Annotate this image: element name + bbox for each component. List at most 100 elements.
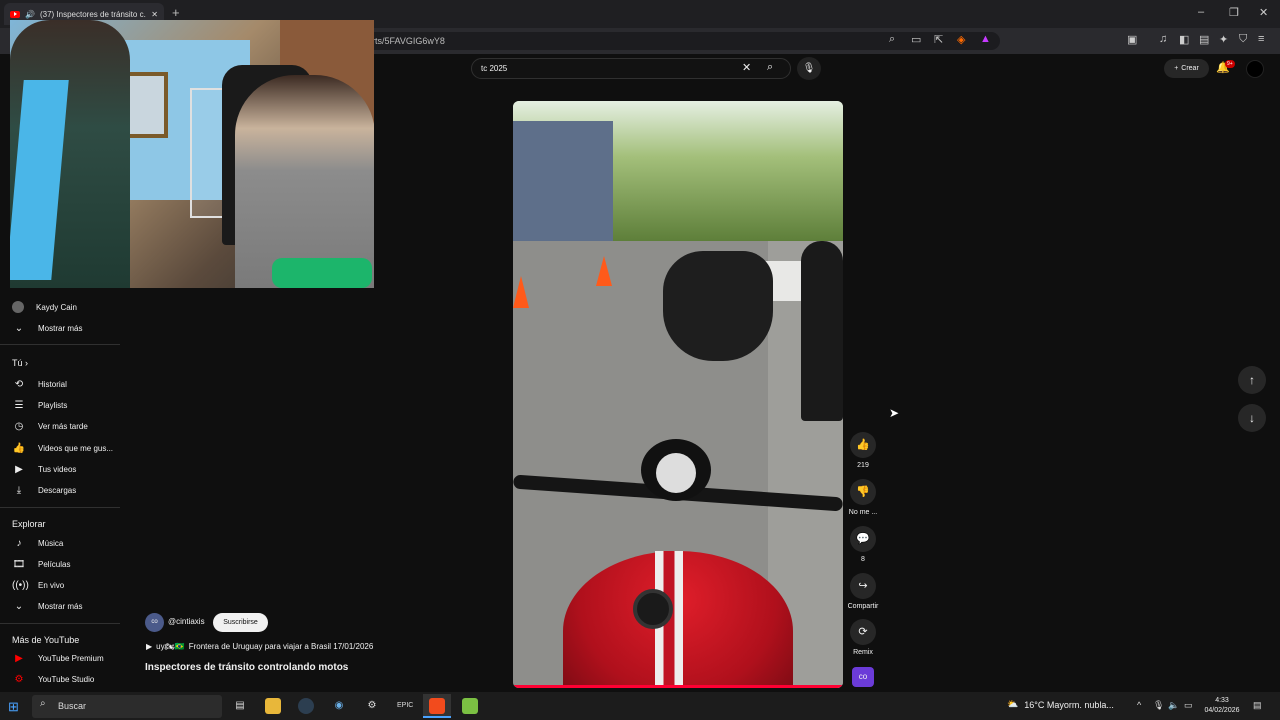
dislike-button[interactable]: 👎 No me ... bbox=[833, 479, 893, 516]
sidebar-item-movies[interactable]: 🎞 Películas bbox=[12, 556, 118, 572]
video-progress-bar[interactable] bbox=[513, 685, 843, 688]
subscription-item[interactable]: Kaydy Cain bbox=[12, 299, 118, 315]
new-tab-button[interactable]: + bbox=[172, 5, 180, 20]
traffic-cone bbox=[513, 276, 529, 308]
cast-icon[interactable]: ▭ bbox=[911, 33, 921, 46]
sidebar-item-live[interactable]: ((•)) En vivo bbox=[12, 577, 118, 593]
traffic-inspector bbox=[801, 241, 843, 421]
next-short-button[interactable]: ↓ bbox=[1238, 404, 1266, 432]
cam-green-object bbox=[272, 258, 372, 288]
more-from-youtube-header: Más de YouTube bbox=[12, 635, 80, 645]
video-title[interactable]: Inspectores de tránsito controlando moto… bbox=[145, 662, 348, 673]
taskbar-search[interactable]: Buscar bbox=[32, 695, 222, 718]
brave-shield-icon[interactable]: ◈ bbox=[957, 33, 965, 46]
music-line[interactable]: ▶ uy🏍🇧🇷 Frontera de Uruguay para viajar … bbox=[146, 642, 373, 651]
file-explorer-icon[interactable] bbox=[265, 698, 281, 714]
previous-short-button[interactable]: ↑ bbox=[1238, 366, 1266, 394]
audio-icon[interactable]: 🔊 bbox=[25, 10, 35, 19]
remix-button[interactable]: ⟳ Remix bbox=[833, 619, 893, 656]
android-app-icon[interactable] bbox=[462, 698, 478, 714]
play-icon: ▶ bbox=[146, 642, 153, 651]
share-page-icon[interactable]: ⇱ bbox=[934, 33, 943, 46]
wallet-icon[interactable]: ▤ bbox=[1199, 33, 1209, 46]
comments-button[interactable]: 💬 8 bbox=[833, 526, 893, 563]
task-view-icon[interactable]: ▤ bbox=[232, 698, 248, 714]
voice-search-button[interactable]: 🎙 bbox=[797, 57, 821, 80]
reader-icon[interactable]: ▣ bbox=[1127, 33, 1137, 46]
like-button[interactable]: 👍 219 bbox=[833, 432, 893, 469]
sidebar-item-yt-studio[interactable]: ⚙ YouTube Studio bbox=[12, 671, 118, 687]
steam-icon[interactable]: ◉ bbox=[331, 698, 347, 714]
music-icon: ♪ bbox=[16, 537, 22, 549]
sidebar-item-downloads[interactable]: ⤓ Descargas bbox=[12, 482, 118, 498]
minimize-button[interactable]: – bbox=[1198, 6, 1204, 18]
sidebar-toggle-icon[interactable]: ◧ bbox=[1179, 33, 1189, 46]
leo-ai-icon[interactable]: ✦ bbox=[1219, 33, 1228, 46]
sidebar-item-history[interactable]: ⟲ Historial bbox=[12, 376, 118, 392]
brave-rewards-icon[interactable]: ▲ bbox=[980, 33, 991, 45]
share-button[interactable]: ↪ Compartir bbox=[833, 573, 893, 610]
channel-thumbnail[interactable]: co bbox=[852, 667, 874, 687]
windows-start-icon[interactable]: ⊞ bbox=[8, 699, 19, 715]
speaker-icon[interactable]: 🔈 bbox=[1168, 700, 1179, 711]
close-tab-icon[interactable]: ✕ bbox=[151, 10, 158, 19]
watch-later-icon: ◷ bbox=[14, 420, 24, 432]
subscribe-button[interactable]: Suscribirse bbox=[213, 613, 268, 632]
traffic-cone bbox=[596, 256, 612, 286]
restore-button[interactable]: ❐ bbox=[1229, 6, 1239, 19]
tray-chevron-icon[interactable]: ^ bbox=[1137, 700, 1141, 710]
show-more-subs[interactable]: ⌄ Mostrar más bbox=[12, 320, 118, 336]
epic-games-icon[interactable]: EPIC bbox=[397, 698, 413, 714]
vpn-icon[interactable]: ⛉ bbox=[1239, 33, 1247, 46]
plus-icon: + bbox=[1174, 65, 1179, 72]
system-clock[interactable]: 4:33 04/02/2026 bbox=[1200, 696, 1244, 716]
menu-icon[interactable]: ≡ bbox=[1258, 33, 1264, 45]
short-video-player[interactable] bbox=[513, 101, 843, 688]
sidebar-item-liked[interactable]: 👍 Videos que me gus... bbox=[12, 440, 118, 456]
sidebar-item-playlists[interactable]: ☰ Playlists bbox=[12, 397, 118, 413]
search-icon[interactable]: ⌕ bbox=[767, 61, 773, 74]
notification-center-icon[interactable]: ▤ bbox=[1253, 700, 1262, 711]
tab-title: (37) Inspectores de tránsito c... bbox=[39, 9, 147, 19]
sidebar-item-music[interactable]: ♪ Música bbox=[12, 535, 118, 551]
sidebar-item-watch-later[interactable]: ◷ Ver más tarde bbox=[12, 418, 118, 434]
account-avatar[interactable] bbox=[1246, 60, 1264, 78]
yt-studio-icon: ⚙ bbox=[14, 673, 24, 685]
show-more-label: Mostrar más bbox=[38, 323, 83, 333]
playlists-icon: ☰ bbox=[14, 399, 24, 411]
liked-icon: 👍 bbox=[12, 442, 26, 454]
url-field[interactable]: rts/5FAVGIG6wY8 bbox=[364, 32, 1000, 50]
movies-icon: 🎞 bbox=[12, 558, 26, 570]
clear-search-icon[interactable]: ✕ bbox=[742, 61, 751, 74]
sidebar-item-your-videos[interactable]: ▶ Tus videos bbox=[12, 461, 118, 477]
video-building bbox=[513, 121, 613, 241]
obs-icon[interactable] bbox=[298, 698, 314, 714]
your-videos-icon: ▶ bbox=[15, 463, 23, 475]
microphone-icon[interactable]: 🎙 bbox=[1153, 700, 1164, 711]
divider bbox=[0, 507, 120, 508]
sidebar-item-show-more[interactable]: ⌄ Mostrar más bbox=[12, 598, 118, 614]
weather-widget[interactable]: ⛅ 16°C Mayorm. nubla... bbox=[1007, 699, 1114, 710]
sidebar-item-yt-premium[interactable]: ▶ YouTube Premium bbox=[12, 650, 118, 666]
downloads-icon: ⤓ bbox=[16, 484, 22, 496]
network-icon[interactable]: ▭ bbox=[1184, 700, 1193, 711]
create-button[interactable]: + Crear bbox=[1164, 59, 1209, 78]
music-text: Frontera de Uruguay para viajar a Brasil… bbox=[188, 642, 374, 651]
media-icon[interactable]: ♫ bbox=[1159, 33, 1167, 45]
youtube-favicon-icon bbox=[10, 10, 20, 18]
webcam-overlay bbox=[10, 20, 374, 288]
subscription-label: Kaydy Cain bbox=[36, 302, 77, 312]
speedometer-dial bbox=[656, 453, 696, 493]
brave-browser-icon[interactable] bbox=[429, 698, 445, 714]
settings-icon[interactable]: ⚙ bbox=[364, 698, 380, 714]
fuel-cap bbox=[633, 589, 673, 629]
remix-icon: ⟳ bbox=[850, 619, 876, 645]
history-icon: ⟲ bbox=[14, 378, 24, 390]
close-window-button[interactable]: ✕ bbox=[1259, 6, 1268, 19]
you-section-header[interactable]: Tú › bbox=[12, 358, 28, 368]
zoom-icon[interactable]: ⌕ bbox=[889, 33, 895, 46]
channel-name[interactable]: @cintiaxis bbox=[168, 617, 205, 626]
channel-avatar[interactable]: co bbox=[145, 613, 164, 632]
divider bbox=[0, 344, 120, 345]
music-prefix: uy🏍🇧🇷 bbox=[156, 642, 185, 651]
